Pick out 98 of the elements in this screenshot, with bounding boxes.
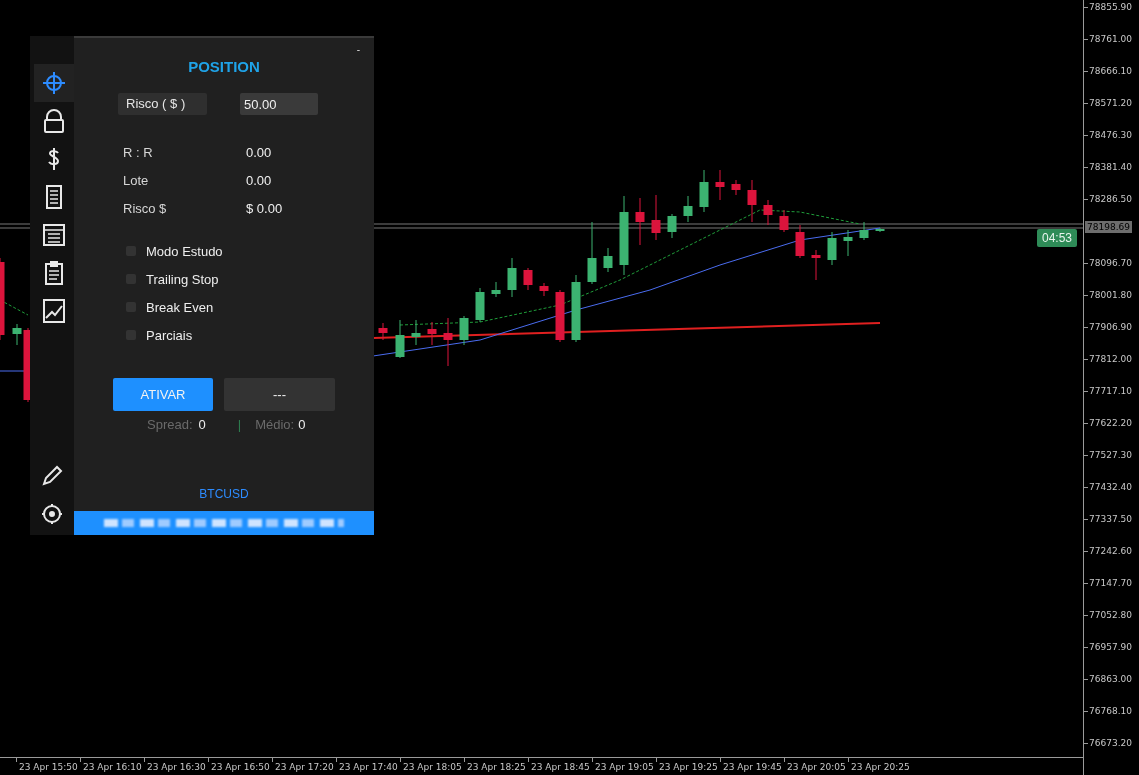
candlestick (539, 282, 549, 297)
time-axis-label: 23 Apr 16:50 (208, 758, 270, 773)
time-axis-label: 23 Apr 20:05 (784, 758, 846, 773)
price-axis-label: 76673.20 (1084, 737, 1132, 749)
panel-title: POSITION (187, 58, 261, 75)
candlestick (651, 194, 661, 241)
time-axis-label: 23 Apr 19:25 (656, 758, 718, 773)
time-axis-label: 23 Apr 18:45 (528, 758, 590, 773)
time-axis-label: 23 Apr 15:50 (16, 758, 78, 773)
pencil-icon[interactable] (41, 465, 63, 487)
price-axis-label: 77812.00 (1084, 353, 1132, 365)
separator-mark: | (237, 417, 242, 432)
price-axis-label: 77906.90 (1084, 321, 1132, 333)
price-axis-label: 76957.90 (1084, 641, 1132, 653)
stat-value: 0.00 (246, 144, 273, 160)
candlestick (571, 274, 581, 343)
time-axis-label: 23 Apr 18:25 (464, 758, 526, 773)
symbol-label: BTCUSD (198, 487, 250, 501)
price-axis-label: 77052.80 (1084, 609, 1132, 621)
checkbox-label: Parciais (146, 327, 193, 343)
time-axis-label: 23 Apr 19:05 (592, 758, 654, 773)
stat-label: R : R (123, 144, 154, 160)
price-axis-label: 77242.60 (1084, 545, 1132, 557)
time-axis-label: 23 Apr 19:45 (720, 758, 782, 773)
time-axis-label: 23 Apr 17:40 (336, 758, 398, 773)
line-chart-icon (42, 298, 66, 324)
risk-label: Risco ( $ ) (118, 93, 207, 115)
price-axis-label: 76768.10 (1084, 705, 1132, 717)
candlestick (779, 209, 789, 233)
price-axis-label: 77147.70 (1084, 577, 1132, 589)
candlestick (459, 315, 469, 346)
candlestick (683, 195, 693, 223)
candlestick (859, 221, 869, 241)
candlestick (523, 267, 533, 291)
time-axis-label: 23 Apr 16:10 (80, 758, 142, 773)
price-axis-label: 78096.70 (1084, 257, 1132, 269)
price-axis-label: 78571.20 (1084, 97, 1132, 109)
price-axis-label: 78855.90 (1084, 1, 1132, 13)
stat-label: Lote (123, 172, 150, 188)
candle-timer-label: 04:53 (1037, 229, 1078, 247)
time-axis-label: 23 Apr 18:05 (400, 758, 462, 773)
price-axis-label: 77527.30 (1084, 449, 1132, 461)
candlestick (731, 179, 741, 196)
crosshair-icon (42, 70, 66, 96)
current-price-label: 78198.69 (1085, 221, 1132, 233)
candlestick (443, 317, 453, 367)
price-axis-label: 77717.10 (1084, 385, 1132, 397)
candlestick (378, 322, 388, 341)
candlestick (811, 249, 821, 281)
candlestick (475, 287, 485, 323)
checkbox-label: Break Even (146, 299, 214, 315)
minimize-button[interactable]: - (356, 44, 360, 55)
secondary-button[interactable]: --- (224, 378, 335, 411)
candlestick (603, 247, 613, 273)
candlestick (763, 199, 773, 226)
candlestick (507, 257, 517, 298)
time-axis-label: 23 Apr 17:20 (272, 758, 334, 773)
candlestick (427, 321, 437, 346)
clipboard-icon (42, 260, 66, 286)
spread-label: Spread: (147, 417, 193, 432)
price-axis-label: 77432.40 (1084, 481, 1132, 493)
candlestick (699, 169, 709, 213)
price-axis-label: 78286.50 (1084, 193, 1132, 205)
price-axis-label: 76863.00 (1084, 673, 1132, 685)
candlestick (843, 229, 853, 257)
candlestick (587, 221, 597, 285)
lock-icon (42, 108, 66, 134)
price-axis-label: 78666.10 (1084, 65, 1132, 77)
candlestick (491, 281, 501, 298)
average-label: Médio: (255, 417, 295, 432)
candlestick (667, 213, 677, 239)
candlestick (635, 197, 645, 246)
stat-value: $ 0.00 (246, 200, 284, 216)
checkbox-label: Modo Estudo (146, 243, 223, 259)
risk-input-field[interactable]: 50.00 (240, 93, 318, 115)
average-value: 0 (298, 417, 306, 432)
time-axis-label: 23 Apr 20:25 (848, 758, 910, 773)
candlestick (411, 319, 421, 346)
candlestick (827, 231, 837, 266)
candlestick (747, 179, 757, 223)
checkbox-label: Trailing Stop (146, 271, 219, 287)
candlestick (875, 227, 885, 233)
price-axis-label: 78381.40 (1084, 161, 1132, 173)
price-axis-label: 78001.80 (1084, 289, 1132, 301)
settings-icon[interactable] (41, 503, 63, 525)
spread-value: 0 (198, 417, 206, 432)
candlestick (555, 289, 565, 343)
candlestick (715, 169, 725, 201)
time-axis-label: 23 Apr 16:30 (144, 758, 206, 773)
stat-label: Risco $ (123, 200, 168, 216)
candlestick (395, 319, 405, 359)
price-axis-label: 78476.30 (1084, 129, 1132, 141)
calendar-icon (42, 222, 66, 248)
price-axis-label: 78761.00 (1084, 33, 1132, 45)
price-axis-label: 77622.20 (1084, 417, 1132, 429)
stat-value: 0.00 (246, 172, 273, 188)
price-axis-label: 77337.50 (1084, 513, 1132, 525)
candlestick (795, 224, 805, 259)
